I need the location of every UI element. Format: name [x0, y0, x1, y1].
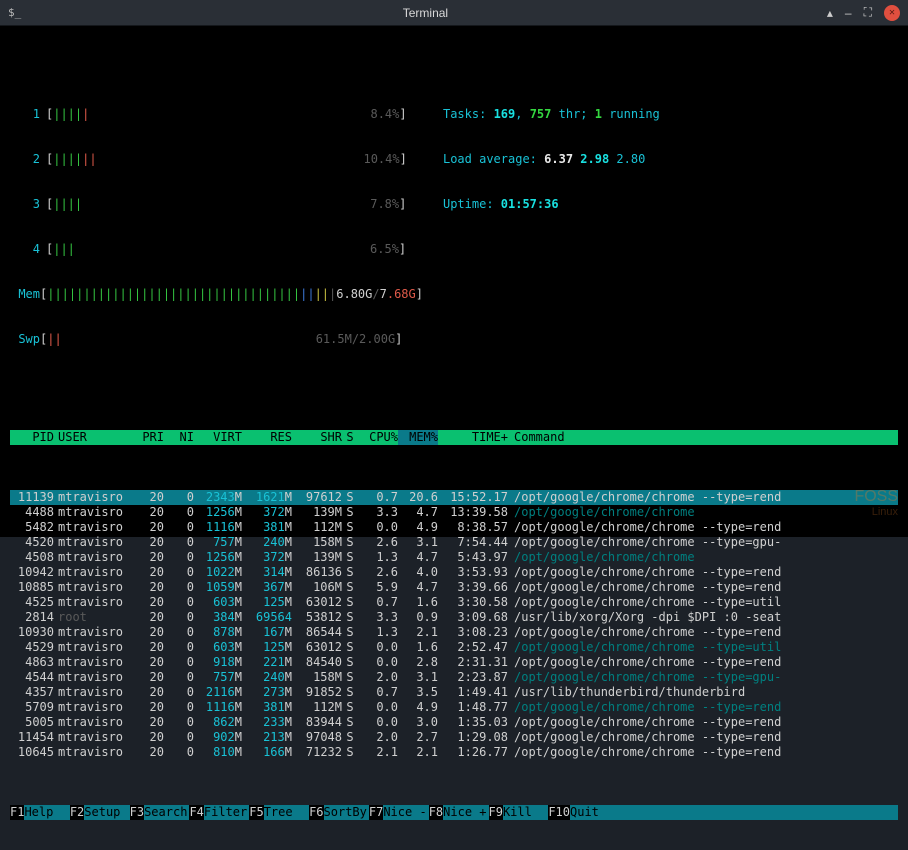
- cpu-meters: 1[|||||8.4%] 2[||||||10.4%] 3[||||7.8%] …: [10, 77, 423, 377]
- fkey-f1-action[interactable]: Help: [24, 805, 69, 820]
- col-cpu[interactable]: CPU%: [358, 430, 398, 445]
- terminal-viewport[interactable]: 1[|||||8.4%] 2[||||||10.4%] 3[||||7.8%] …: [0, 26, 908, 537]
- process-row[interactable]: 4544mtravisro200757M240M158MS2.03.12:23.…: [10, 670, 898, 685]
- fkey-f4: F4: [189, 805, 203, 820]
- fkey-f10: F10: [548, 805, 570, 820]
- fkey-f4-action[interactable]: Filter: [204, 805, 249, 820]
- cpu4-pct: 6.5%: [75, 242, 399, 257]
- window-title: Terminal: [24, 6, 827, 20]
- cpu3-pct: 7.8%: [82, 197, 399, 212]
- process-row[interactable]: 4488mtravisro2001256M372M139MS3.34.713:3…: [10, 505, 898, 520]
- process-row[interactable]: 5005mtravisro200862M233M83944S0.03.01:35…: [10, 715, 898, 730]
- fkey-f8: F8: [429, 805, 443, 820]
- col-virt[interactable]: VIRT: [194, 430, 242, 445]
- app-icon: $_: [8, 6, 24, 19]
- fkey-f3: F3: [130, 805, 144, 820]
- fkey-f3-action[interactable]: Search: [144, 805, 189, 820]
- col-pid[interactable]: PID: [10, 430, 54, 445]
- maximize-button[interactable]: ⛶: [864, 5, 872, 20]
- process-row[interactable]: 10930mtravisro200878M167M86544S1.32.13:0…: [10, 625, 898, 640]
- minimize-button[interactable]: –: [845, 6, 852, 20]
- tasks-line: Tasks: 169, 757 thr; 1 running: [443, 107, 660, 122]
- close-button[interactable]: ✕: [884, 5, 900, 21]
- fkey-f5-action[interactable]: Tree: [264, 805, 309, 820]
- fkey-f9: F9: [489, 805, 503, 820]
- fkey-f1: F1: [10, 805, 24, 820]
- col-ni[interactable]: NI: [164, 430, 194, 445]
- fkey-f10-action[interactable]: Quit: [570, 805, 898, 820]
- process-row[interactable]: 5482mtravisro2001116M381M112MS0.04.98:38…: [10, 520, 898, 535]
- process-row[interactable]: 11454mtravisro200902M213M97048S2.02.71:2…: [10, 730, 898, 745]
- function-key-bar: F1Help F2Setup F3SearchF4FilterF5Tree F6…: [10, 805, 898, 820]
- process-row[interactable]: 11139mtravisro2002343M1621M97612S0.720.6…: [10, 490, 898, 505]
- fkey-f2-action[interactable]: Setup: [84, 805, 129, 820]
- fkey-f8-action[interactable]: Nice +: [443, 805, 488, 820]
- col-cmd[interactable]: Command: [508, 430, 898, 445]
- cpu4-label: 4: [10, 242, 40, 257]
- loadavg-line: Load average: 6.37 2.98 2.80: [443, 152, 660, 167]
- cpu1-label: 1: [10, 107, 40, 122]
- process-row[interactable]: 4529mtravisro200603M125M63012S0.01.62:52…: [10, 640, 898, 655]
- col-pri[interactable]: PRI: [132, 430, 164, 445]
- fkey-f7: F7: [369, 805, 383, 820]
- col-time[interactable]: TIME+: [438, 430, 508, 445]
- uptime-line: Uptime: 01:57:36: [443, 197, 660, 212]
- process-table-body[interactable]: 11139mtravisro2002343M1621M97612S0.720.6…: [10, 490, 898, 760]
- window-titlebar: $_ Terminal ▴ – ⛶ ✕: [0, 0, 908, 26]
- cpu2-label: 2: [10, 152, 40, 167]
- fkey-f5: F5: [249, 805, 263, 820]
- col-s[interactable]: S: [342, 430, 358, 445]
- process-row[interactable]: 4863mtravisro200918M221M84540S0.02.82:31…: [10, 655, 898, 670]
- fkey-f7-action[interactable]: Nice -: [383, 805, 428, 820]
- process-row[interactable]: 4508mtravisro2001256M372M139MS1.34.75:43…: [10, 550, 898, 565]
- process-row[interactable]: 10942mtravisro2001022M314M86136S2.64.03:…: [10, 565, 898, 580]
- mem-meter: Mem[||||||||||||||||||||||||||||||||||||…: [10, 287, 423, 302]
- cpu2-pct: 10.4%: [97, 152, 400, 167]
- keep-above-icon[interactable]: ▴: [827, 6, 833, 20]
- fkey-f6-action[interactable]: SortBy: [324, 805, 369, 820]
- process-row[interactable]: 10645mtravisro200810M166M71232S2.12.11:2…: [10, 745, 898, 760]
- swap-meter: Swp[||61.5M/2.00G]: [10, 332, 423, 347]
- cpu1-pct: 8.4%: [89, 107, 399, 122]
- cpu3-label: 3: [10, 197, 40, 212]
- col-res[interactable]: RES: [242, 430, 292, 445]
- col-mem[interactable]: MEM%: [398, 430, 438, 445]
- fkey-f6: F6: [309, 805, 323, 820]
- process-table-header[interactable]: PID USER PRI NI VIRT RES SHR S CPU% MEM%…: [10, 430, 898, 445]
- process-row[interactable]: 4525mtravisro200603M125M63012S0.71.63:30…: [10, 595, 898, 610]
- process-row[interactable]: 4520mtravisro200757M240M158MS2.63.17:54.…: [10, 535, 898, 550]
- col-shr[interactable]: SHR: [292, 430, 342, 445]
- col-user[interactable]: USER: [54, 430, 132, 445]
- process-row[interactable]: 5709mtravisro2001116M381M112MS0.04.91:48…: [10, 700, 898, 715]
- process-row[interactable]: 10885mtravisro2001059M367M106MS5.94.73:3…: [10, 580, 898, 595]
- process-row[interactable]: 4357mtravisro2002116M273M91852S0.73.51:4…: [10, 685, 898, 700]
- process-row[interactable]: 2814root200384M6956453812S3.30.93:09.68/…: [10, 610, 898, 625]
- fkey-f9-action[interactable]: Kill: [503, 805, 548, 820]
- fkey-f2: F2: [70, 805, 84, 820]
